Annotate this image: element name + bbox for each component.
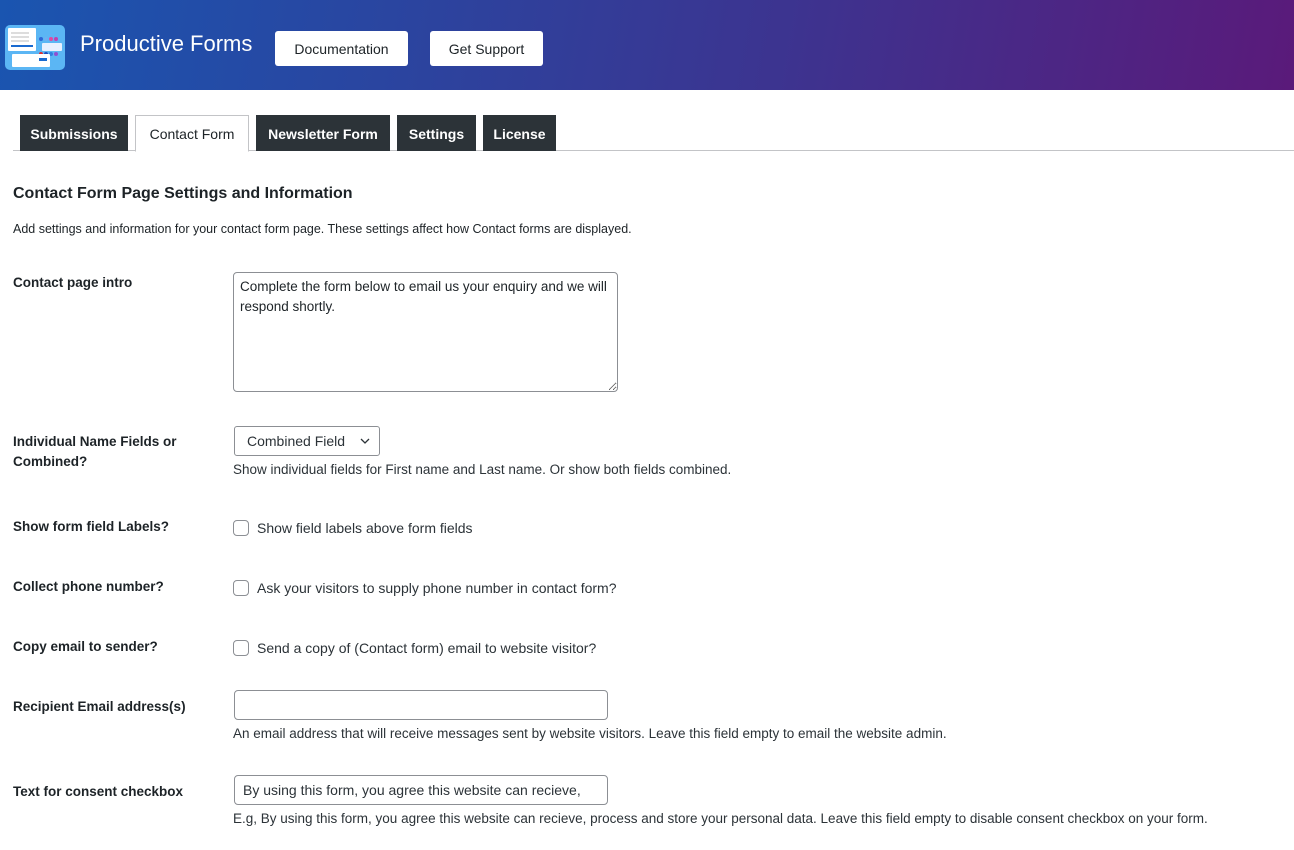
show-labels-checkbox[interactable]	[233, 520, 249, 536]
tab-bar: Submissions Contact Form Newsletter Form…	[13, 115, 1294, 152]
tab-license[interactable]: License	[483, 115, 556, 151]
documentation-button[interactable]: Documentation	[275, 31, 408, 66]
name-fields-label: Individual Name Fields or Combined?	[13, 434, 177, 469]
tab-submissions[interactable]: Submissions	[20, 115, 128, 151]
recipient-email-description: An email address that will receive messa…	[233, 726, 947, 741]
consent-text-description: E.g, By using this form, you agree this …	[233, 811, 1208, 826]
contact-intro-label: Contact page intro	[13, 275, 133, 290]
tab-newsletter-form[interactable]: Newsletter Form	[256, 115, 390, 151]
consent-text-input[interactable]	[234, 775, 608, 805]
name-fields-selected-value: Combined Field	[247, 433, 346, 449]
name-fields-description: Show individual fields for First name an…	[233, 462, 732, 477]
productive-forms-logo-icon	[5, 25, 65, 70]
show-labels-checkbox-text: Show field labels above form fields	[257, 520, 473, 536]
collect-phone-checkbox-text: Ask your visitors to supply phone number…	[257, 580, 617, 596]
recipient-email-label: Recipient Email address(s)	[13, 699, 186, 714]
app-header: Productive Forms Documentation Get Suppo…	[0, 0, 1294, 90]
show-labels-label: Show form field Labels?	[13, 519, 170, 534]
tab-contact-form[interactable]: Contact Form	[135, 115, 249, 152]
name-fields-select[interactable]: Combined Field	[234, 426, 380, 456]
show-labels-row: Show field labels above form fields	[233, 520, 473, 536]
collect-phone-checkbox[interactable]	[233, 580, 249, 596]
page-title: Contact Form Page Settings and Informati…	[13, 185, 353, 202]
copy-email-checkbox[interactable]	[233, 640, 249, 656]
contact-intro-textarea[interactable]: Complete the form below to email us your…	[233, 272, 618, 392]
page-intro: Add settings and information for your co…	[13, 222, 632, 236]
app-title: Productive Forms	[80, 31, 253, 56]
chevron-down-icon	[360, 438, 370, 444]
consent-text-label: Text for consent checkbox	[13, 784, 184, 799]
recipient-email-input[interactable]	[234, 690, 608, 720]
copy-email-label: Copy email to sender?	[13, 639, 158, 654]
copy-email-row: Send a copy of (Contact form) email to w…	[233, 640, 596, 656]
collect-phone-label: Collect phone number?	[13, 579, 164, 594]
copy-email-checkbox-text: Send a copy of (Contact form) email to w…	[257, 640, 597, 656]
tab-settings[interactable]: Settings	[397, 115, 476, 151]
get-support-button[interactable]: Get Support	[430, 31, 543, 66]
collect-phone-row: Ask your visitors to supply phone number…	[233, 580, 617, 596]
